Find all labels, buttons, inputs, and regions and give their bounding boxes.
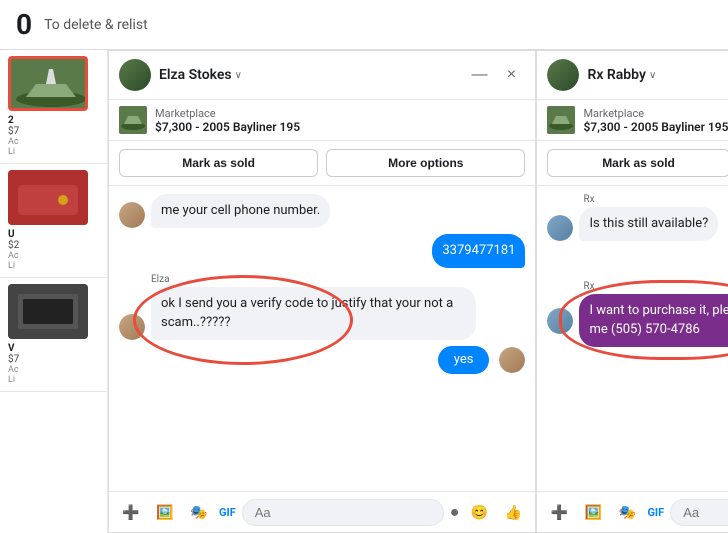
list-item[interactable]: U $2 Ac Li [0,164,107,278]
messages-area-left: me your cell phone number. 3379477181 El… [109,186,535,491]
mark-sold-button-right[interactable]: Mark as sold [547,149,728,177]
emoji-button[interactable]: 😊 [465,498,493,526]
message-input-left[interactable] [242,499,444,526]
action-buttons-left: Mark as sold More options [109,141,535,186]
listing-thumbnail [8,56,88,111]
listing-price: $7 [8,126,99,137]
listing-status: Li [8,147,99,157]
avatar [119,202,145,228]
list-item[interactable]: V $7 Ac Li [0,278,107,392]
avatar [499,347,525,373]
chat-input-bar-left: ➕ 🖼️ 🎭 GIF ● 😊 👍 [109,491,535,532]
listing-price: $2 [8,240,99,251]
sticker-icon[interactable]: 🎭 [613,498,641,526]
avatar [547,308,573,334]
gif-button[interactable]: GIF [647,506,664,519]
plus-icon[interactable]: ➕ [545,498,573,526]
more-options-button-left[interactable]: More options [326,149,525,177]
message-row: yes [547,247,728,275]
message-row: ok I send you a verify code to justify t… [119,287,525,339]
marketplace-label-left: Marketplace [155,107,300,120]
message-row: I want to purchase it, please call and t… [547,294,728,346]
listing-status: Li [8,261,99,271]
chat-window-right: Rx Rabby ∨ — × Marketplace $7,300 - 2005… [536,50,728,533]
sender-label: Rx [583,194,728,205]
avatar [119,314,145,340]
listings-sidebar: 2 $7 Ac Li U $2 Ac Li V $7 Ac [0,50,108,533]
message-bubble: 3379477181 [432,234,525,268]
listing-price-left: $7,300 - 2005 Bayliner 195 [155,120,300,134]
action-buttons-right: Mark as sold More options [537,141,728,186]
chat-username-right: Rx Rabby [587,67,646,83]
listing-price: $7 [8,354,99,365]
top-bar: 0 To delete & relist [0,0,728,50]
listing-price-right: $7,300 - 2005 Bayliner 195 [583,120,728,134]
message-row: No [547,353,728,381]
avatar [547,59,579,91]
message-bubble: yes [438,346,490,374]
avatar [547,215,573,241]
message-bubble: me your cell phone number. [151,194,330,228]
image-icon[interactable]: 🖼️ [579,498,607,526]
listing-meta: Ac [8,251,99,261]
message-bubble: I want to purchase it, please call and t… [579,294,728,346]
message-row: yes [119,346,525,374]
chat-header-right: Rx Rabby ∨ — × [537,51,728,100]
sticker-icon[interactable]: 🎭 [185,498,213,526]
gif-button[interactable]: GIF [219,506,236,519]
listing-meta: Ac [8,137,99,147]
minimize-button[interactable]: — [465,61,493,89]
listing-meta: Ac [8,365,99,375]
sender-label: Elza [151,274,525,285]
message-row: 3379477181 [119,234,525,268]
listing-title: U [8,229,99,240]
listing-info-thumbnail [119,106,147,134]
list-item[interactable]: 2 $7 Ac Li [0,50,107,164]
mark-sold-button-left[interactable]: Mark as sold [119,149,318,177]
message-input-right[interactable] [670,499,728,526]
plus-icon[interactable]: ➕ [117,498,145,526]
message-row: Is this still available? [547,207,728,241]
listing-info-thumbnail [547,106,575,134]
listing-info-bar-left: Marketplace $7,300 - 2005 Bayliner 195 [109,100,535,141]
chats-area: Elza Stokes ∨ — × Marketplace $7,300 - 2… [108,50,728,533]
listing-count: 0 [16,8,32,41]
chat-username-left: Elza Stokes [159,67,232,83]
listing-thumbnail [8,284,88,339]
messages-area-right: Rx Is this still available? yes Rx [537,186,728,491]
emoji-icon[interactable]: ● [450,502,460,522]
chat-window-left: Elza Stokes ∨ — × Marketplace $7,300 - 2… [108,50,536,533]
image-icon[interactable]: 🖼️ [151,498,179,526]
sender-label: Rx [583,281,728,292]
avatar [119,59,151,91]
like-button[interactable]: 👍 [499,498,527,526]
listing-title: 2 [8,115,99,126]
message-bubble: ok I send you a verify code to justify t… [151,287,476,339]
chevron-down-icon: ∨ [235,70,242,81]
chat-input-bar-right: ➕ 🖼️ 🎭 GIF ● 😊 [537,491,728,532]
delete-relist-text: To delete & relist [44,17,148,33]
chat-header-left: Elza Stokes ∨ — × [109,51,535,100]
listing-title: V [8,343,99,354]
message-row: me your cell phone number. [119,194,525,228]
chevron-down-icon: ∨ [649,70,656,81]
listing-thumbnail [8,170,88,225]
close-button[interactable]: × [497,61,525,89]
listing-status: Li [8,375,99,385]
marketplace-label-right: Marketplace [583,107,728,120]
listing-info-bar-right: Marketplace $7,300 - 2005 Bayliner 195 [537,100,728,141]
message-bubble: Is this still available? [579,207,718,241]
